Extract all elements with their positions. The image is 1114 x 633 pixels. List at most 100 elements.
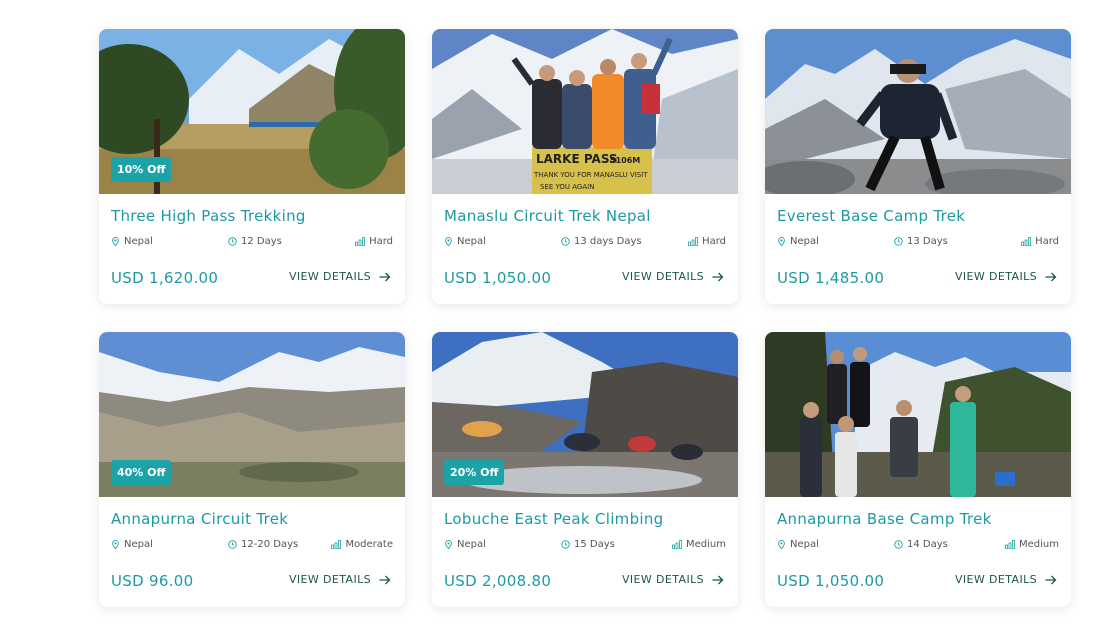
discount-badge: 20% Off	[444, 460, 505, 485]
trek-card-grid: 10% Off Three High Pass Trekking Nepal 1…	[99, 29, 1071, 607]
trek-photo[interactable]	[765, 332, 1071, 497]
trek-meta: Nepal 12-20 Days Moderate	[111, 539, 393, 553]
map-pin-icon	[445, 237, 452, 246]
duration: 12-20 Days	[228, 539, 298, 550]
location-text: Nepal	[124, 539, 153, 550]
view-details-label: VIEW DETAILS	[288, 573, 371, 586]
duration-text: 13 Days	[907, 236, 948, 247]
trek-title[interactable]: Annapurna Circuit Trek	[111, 510, 288, 528]
trek-card[interactable]: 40% Off Annapurna Circuit Trek Nepal 12-…	[99, 332, 405, 607]
view-details-link[interactable]: VIEW DETAILS	[289, 573, 391, 586]
clock-icon	[561, 237, 570, 246]
trek-title[interactable]: Everest Base Camp Trek	[777, 207, 965, 225]
location-text: Nepal	[124, 236, 153, 247]
sign-line-3: SEE YOU AGAIN	[540, 183, 594, 191]
clock-icon	[228, 540, 237, 549]
trek-photo[interactable]: 20% Off	[432, 332, 738, 497]
trek-photo[interactable]: 10% Off	[99, 29, 405, 194]
trek-meta: Nepal 13 days Days Hard	[444, 236, 726, 250]
clock-icon	[561, 540, 570, 549]
trek-price: USD 96.00	[111, 572, 194, 590]
trek-photo[interactable]: LARKE PASS 5106M THANK YOU FOR MANASLU V…	[432, 29, 738, 194]
trek-title[interactable]: Manaslu Circuit Trek Nepal	[444, 207, 651, 225]
duration: 12 Days	[228, 236, 282, 247]
duration-text: 12 Days	[241, 236, 282, 247]
trek-card[interactable]: LARKE PASS 5106M THANK YOU FOR MANASLU V…	[432, 29, 738, 304]
trek-meta: Nepal 13 Days Hard	[777, 236, 1059, 250]
difficulty-text: Moderate	[345, 539, 393, 550]
trek-price: USD 1,620.00	[111, 269, 219, 287]
trek-card[interactable]: Annapurna Base Camp Trek Nepal 14 Days M…	[765, 332, 1071, 607]
view-details-link[interactable]: VIEW DETAILS	[955, 573, 1057, 586]
discount-badge: 10% Off	[111, 157, 172, 182]
difficulty-text: Medium	[1019, 539, 1059, 550]
view-details-label: VIEW DETAILS	[621, 573, 704, 586]
difficulty: Hard	[688, 236, 726, 247]
difficulty-text: Hard	[369, 236, 393, 247]
trek-price: USD 1,050.00	[777, 572, 885, 590]
trek-meta: Nepal 14 Days Medium	[777, 539, 1059, 553]
duration-text: 13 days Days	[574, 236, 642, 247]
duration-text: 14 Days	[907, 539, 948, 550]
trek-card[interactable]: Everest Base Camp Trek Nepal 13 Days Har…	[765, 29, 1071, 304]
duration: 13 Days	[894, 236, 948, 247]
trek-meta: Nepal 12 Days Hard	[111, 236, 393, 250]
duration: 14 Days	[894, 539, 948, 550]
difficulty: Moderate	[331, 539, 393, 550]
duration: 15 Days	[561, 539, 615, 550]
sign-title: LARKE PASS	[536, 152, 618, 166]
arrow-right-icon	[712, 272, 724, 281]
trek-title[interactable]: Three High Pass Trekking	[111, 207, 306, 225]
map-pin-icon	[445, 540, 452, 549]
arrow-right-icon	[379, 272, 391, 281]
bar-chart-icon	[688, 237, 698, 246]
bar-chart-icon	[1005, 540, 1015, 549]
clock-icon	[894, 540, 903, 549]
difficulty: Medium	[672, 539, 726, 550]
difficulty: Hard	[1021, 236, 1059, 247]
view-details-link[interactable]: VIEW DETAILS	[955, 270, 1057, 283]
trek-title[interactable]: Annapurna Base Camp Trek	[777, 510, 992, 528]
location: Nepal	[444, 236, 486, 247]
sign-elevation: 5106M	[610, 156, 640, 165]
duration: 13 days Days	[561, 236, 642, 247]
view-details-link[interactable]: VIEW DETAILS	[622, 270, 724, 283]
trek-photo[interactable]: 40% Off	[99, 332, 405, 497]
trek-card[interactable]: 20% Off Lobuche East Peak Climbing Nepal…	[432, 332, 738, 607]
location: Nepal	[444, 539, 486, 550]
arrow-right-icon	[712, 575, 724, 584]
difficulty: Medium	[1005, 539, 1059, 550]
difficulty: Hard	[355, 236, 393, 247]
trek-price: USD 1,050.00	[444, 269, 552, 287]
arrow-right-icon	[1045, 272, 1057, 281]
trek-title[interactable]: Lobuche East Peak Climbing	[444, 510, 664, 528]
map-pin-icon	[112, 237, 119, 246]
bar-chart-icon	[331, 540, 342, 549]
clock-icon	[894, 237, 903, 246]
arrow-right-icon	[379, 575, 391, 584]
arrow-right-icon	[1045, 575, 1057, 584]
bar-chart-icon	[355, 237, 365, 246]
location-text: Nepal	[457, 539, 486, 550]
bar-chart-icon	[1021, 237, 1031, 246]
clock-icon	[228, 237, 237, 246]
view-details-label: VIEW DETAILS	[954, 270, 1037, 283]
discount-badge: 40% Off	[111, 460, 172, 485]
trek-card[interactable]: 10% Off Three High Pass Trekking Nepal 1…	[99, 29, 405, 304]
map-pin-icon	[778, 237, 785, 246]
duration-text: 12-20 Days	[241, 539, 299, 550]
trek-price: USD 2,008.80	[444, 572, 552, 590]
bar-chart-icon	[672, 540, 682, 549]
view-details-link[interactable]: VIEW DETAILS	[289, 270, 391, 283]
location: Nepal	[777, 236, 819, 247]
view-details-link[interactable]: VIEW DETAILS	[622, 573, 724, 586]
location: Nepal	[777, 539, 819, 550]
view-details-label: VIEW DETAILS	[954, 573, 1037, 586]
difficulty-text: Hard	[1035, 236, 1059, 247]
map-pin-icon	[112, 540, 119, 549]
sign-line-2: THANK YOU FOR MANASLU VISIT	[533, 171, 648, 179]
trek-photo[interactable]	[765, 29, 1071, 194]
trek-meta: Nepal 15 Days Medium	[444, 539, 726, 553]
duration-text: 15 Days	[574, 539, 615, 550]
location-text: Nepal	[790, 539, 819, 550]
